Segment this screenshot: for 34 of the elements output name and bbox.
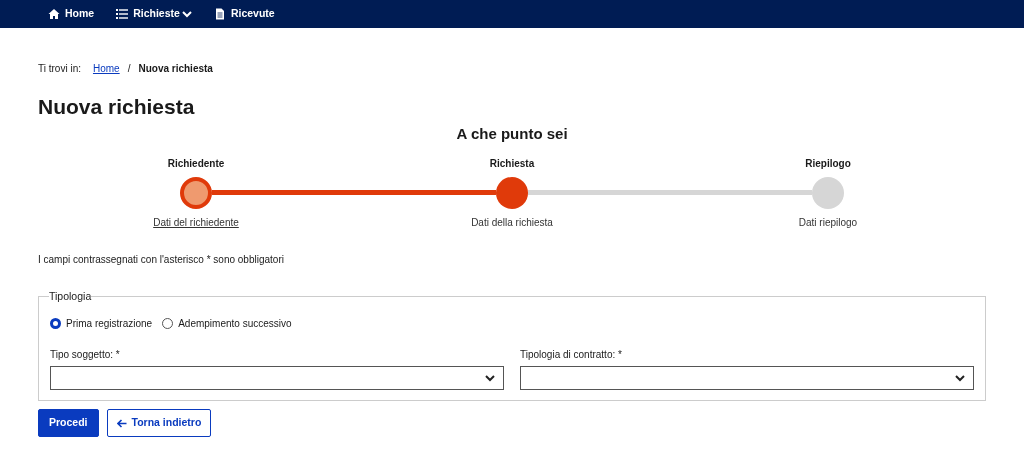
- radio-button[interactable]: [50, 317, 61, 329]
- nav-link[interactable]: Richieste: [116, 0, 192, 28]
- breadcrumb-link[interactable]: Home: [92, 61, 120, 76]
- step-label: Richiedente: [166, 156, 226, 171]
- nav-link[interactable]: Home: [48, 0, 95, 28]
- page-title: Nuova richiesta: [38, 94, 196, 120]
- breadcrumb-current: Nuova richiesta: [138, 62, 213, 76]
- proceed-button[interactable]: Procedi: [38, 409, 99, 437]
- select-field[interactable]: [50, 366, 504, 391]
- step-label: Richiesta: [488, 156, 536, 171]
- radio-option[interactable]: Prima registrazione: [50, 315, 153, 331]
- list-icon: [116, 8, 129, 20]
- chevron-down-icon: [485, 374, 495, 382]
- select-label: Tipo soggetto: *: [50, 348, 121, 363]
- arrow-left-icon: [116, 418, 127, 428]
- radio-label: Adempimento successivo: [178, 316, 292, 331]
- step-label: Riepilogo: [804, 156, 852, 171]
- step-caption: Dati della richiesta: [471, 215, 553, 230]
- select-field[interactable]: [520, 366, 974, 391]
- step-caption: Dati riepilogo: [798, 215, 858, 230]
- home-icon: [48, 8, 60, 20]
- nav-link[interactable]: Ricevute: [213, 0, 275, 28]
- fieldset-legend: Tipologia: [49, 291, 92, 302]
- document-icon: [213, 8, 226, 20]
- chevron-down-icon: [955, 374, 965, 382]
- required-note: I campi contrassegnati con l'asterisco * sono obbligatori: [38, 253, 285, 268]
- radio-label: Prima registrazione: [66, 316, 153, 331]
- breadcrumb-separator: /: [127, 62, 131, 76]
- select-label: Tipologia di contratto: *: [520, 348, 623, 363]
- breadcrumb-prefix: Ti trovi in:: [38, 62, 81, 76]
- radio-option[interactable]: Adempimento successivo: [162, 315, 292, 331]
- step-link[interactable]: Dati del richiedente: [153, 214, 239, 230]
- back-button[interactable]: Torna indietro: [106, 409, 212, 437]
- stepper-title: A che punto sei: [455, 124, 569, 145]
